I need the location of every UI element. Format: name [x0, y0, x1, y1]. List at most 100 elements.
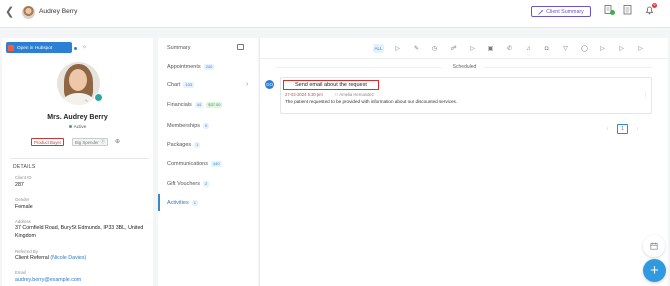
status-label: Active [73, 124, 87, 129]
prev-page-icon[interactable]: ‹ [602, 124, 613, 134]
referral-source: Client Referral [15, 255, 49, 261]
forward-icon[interactable]: ▷ [617, 44, 626, 53]
tag-label: Big Spender [75, 139, 99, 145]
clock-icon[interactable]: ◷ [430, 44, 439, 53]
more-options-icon[interactable]: ⋮ [643, 93, 648, 99]
document-check-icon[interactable] [604, 5, 615, 16]
filter-all-button[interactable]: ALL [373, 44, 384, 53]
nav-item-chart[interactable]: Chart 103 [167, 82, 195, 88]
activity-date: 27-02-2024 5:30 pm [285, 92, 323, 97]
nav-item-gift-vouchers[interactable]: Gift Vouchers 2 [167, 181, 210, 187]
activity-card[interactable]: Send email about the request 27-02-2024 … [280, 77, 652, 114]
phone-icon[interactable]: ✆ [505, 44, 514, 53]
magic-wand-icon [538, 9, 544, 15]
count-badge: 2 [203, 181, 210, 187]
active-indicator [158, 194, 160, 211]
bell-outline-icon[interactable]: ♫ [524, 44, 533, 53]
count-badge: 1 [191, 200, 198, 206]
client-profile-panel: Open in Hubspot ✧ ✎ Mrs. Audrey Berry Ac… [2, 38, 153, 286]
nav-label: Financials [167, 102, 192, 108]
nav-label: Summary [167, 45, 191, 51]
hubspot-label: Open in Hubspot [17, 45, 53, 50]
pen-icon[interactable]: ✎ [412, 44, 421, 53]
address-value: 37 Cornfield Road, BurySt Edmunds, IP33 … [15, 225, 144, 239]
next-page-icon[interactable]: › [632, 124, 643, 134]
client-summary-button[interactable]: Client Summary [531, 6, 591, 17]
open-in-hubspot-button[interactable]: Open in Hubspot [6, 42, 72, 53]
active-dot-icon [68, 125, 72, 128]
nav-item-memberships[interactable]: Memberships 0 [167, 123, 210, 129]
filter-icon[interactable]: ▽ [561, 44, 570, 53]
count-badge: 103 [183, 82, 195, 88]
back-arrow-icon[interactable]: ❮ [5, 6, 14, 18]
activity-title[interactable]: Send email about the request [283, 80, 379, 90]
nav-label: Activities [167, 200, 189, 206]
edit-avatar-icon[interactable]: ✎ [85, 99, 88, 103]
nav-item-communications[interactable]: Communications 440 [167, 161, 222, 167]
nav-item-summary[interactable]: Summary [167, 45, 191, 51]
bag-icon[interactable]: ◘ [542, 44, 551, 53]
count-badge: 440 [210, 161, 222, 167]
activity-meta: 27-02-2024 5:30 pm ⚇ Amelia Hernandez [285, 92, 374, 97]
client-full-name: Mrs. Audrey Berry [47, 114, 108, 121]
page-number[interactable]: 1 [617, 124, 628, 134]
client-section-nav: Summary Appointments 240 Chart 103 › Fin… [158, 38, 258, 286]
chevron-right-icon[interactable]: › [246, 81, 248, 88]
nav-item-activities[interactable]: Activities 1 [167, 200, 198, 206]
status-badge [610, 10, 615, 15]
client-id-value: 287 [15, 182, 24, 188]
email-label: Email [15, 270, 26, 275]
nav-label: Communications [167, 161, 208, 167]
add-tag-icon[interactable]: ⊕ [115, 138, 120, 145]
notes-icon[interactable] [623, 5, 632, 16]
nav-label: Gift Vouchers [167, 181, 201, 187]
details-heading: DETAILS [13, 164, 36, 170]
sync-status-dot [74, 47, 77, 50]
tag-product-buyer[interactable]: Product Buyer [31, 138, 65, 146]
divider [485, 67, 652, 68]
count-badge: 1 [194, 142, 201, 148]
activity-filter-toolbar: ALL ▷ ✎ ◷ ☍ ▷ ▣ ✆ ♫ ◘ ▽ ◯ ▷ ▷ ▷ [260, 38, 669, 59]
tag-big-spender[interactable]: Big Spender ⓧ [72, 138, 108, 146]
nav-label: Memberships [167, 123, 201, 129]
verified-icon [94, 93, 103, 102]
next-icon[interactable]: ▷ [636, 44, 645, 53]
grid-view-icon[interactable] [237, 44, 244, 50]
task-type-icon: GO [265, 80, 274, 89]
calendar-icon[interactable]: ▣ [486, 44, 495, 53]
nav-item-financials[interactable]: Financials 44 $37.00 [167, 102, 223, 108]
nav-item-packages[interactable]: Packages 1 [167, 142, 201, 148]
activities-panel: ALL ▷ ✎ ◷ ☍ ▷ ▣ ✆ ♫ ◘ ▽ ◯ ▷ ▷ ▷ Schedule… [259, 38, 669, 286]
balance-badge: $37.00 [206, 102, 223, 108]
send-icon[interactable]: ▷ [468, 44, 477, 53]
email-link[interactable]: audrey.berry@example.com [15, 277, 149, 285]
nav-label: Appointments [167, 64, 201, 70]
nav-item-appointments[interactable]: Appointments 240 [167, 64, 215, 70]
header-client-name: Audrey Berry [39, 8, 78, 15]
nav-label: Chart [167, 82, 181, 88]
divider [10, 158, 149, 159]
pin-icon[interactable]: ✧ [82, 44, 87, 51]
arrow-icon[interactable]: ▷ [598, 44, 607, 53]
add-button[interactable]: + [643, 259, 666, 282]
referred-by-label: Referred By [15, 249, 38, 254]
client-status: Active [2, 124, 153, 129]
page-header: ❮ Audrey Berry Client Summary 9 [0, 0, 670, 28]
calendar-quick-button[interactable] [643, 235, 665, 257]
assignee-name: Amelia Hernandez [339, 92, 374, 97]
users-icon[interactable]: ☍ [449, 44, 458, 53]
chat-icon[interactable]: ◯ [580, 44, 589, 53]
gender-value: Female [15, 204, 33, 210]
remove-tag-icon[interactable]: ⓧ [101, 139, 105, 145]
play-icon[interactable]: ▷ [393, 44, 402, 53]
client-id-label: Client ID [15, 175, 32, 180]
header-avatar [22, 6, 35, 19]
gender-label: Gender [15, 197, 30, 202]
referrer-link[interactable]: (Nicole Davies) [50, 255, 86, 261]
activity-assignee: ⚇ Amelia Hernandez [335, 92, 374, 97]
activity-description: The patient requested to be provided wit… [285, 99, 458, 104]
address-label: Address [15, 219, 31, 224]
referred-by-value: Client Referral (Nicole Davies) [15, 255, 149, 263]
bell-icon[interactable]: 9 [645, 3, 657, 16]
hubspot-logo-icon [8, 44, 14, 51]
